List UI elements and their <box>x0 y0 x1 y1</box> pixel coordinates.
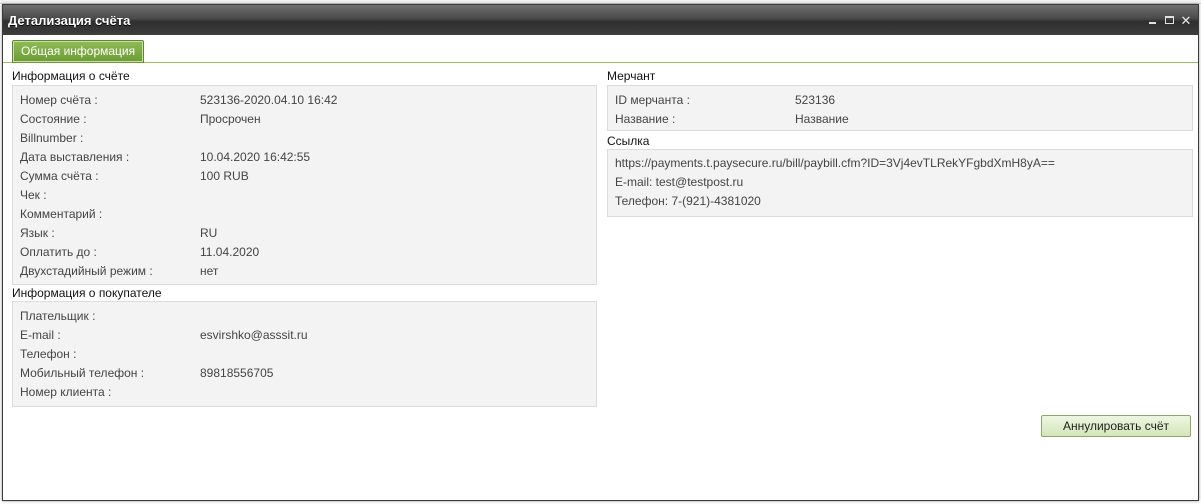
info-row: ID мерчанта : 523136 <box>608 91 1192 110</box>
window-controls: ✕ <box>1146 14 1192 27</box>
row-label: Двухстадийный режим : <box>20 264 153 278</box>
cancel-bill-button[interactable]: Аннулировать счёт <box>1041 415 1191 437</box>
payment-link[interactable]: https://payments.t.paysecure.ru/bill/pay… <box>615 154 1055 173</box>
info-row: E-mail : esvirshko@asssit.ru <box>13 326 596 345</box>
close-icon[interactable]: ✕ <box>1180 14 1192 27</box>
tab-bar: Общая информация <box>3 35 1198 63</box>
row-label: Billnumber : <box>20 131 84 145</box>
row-label: Номер клиента : <box>20 385 112 399</box>
link-panel: https://payments.t.paysecure.ru/bill/pay… <box>607 149 1193 217</box>
row-label: Язык : <box>20 226 55 240</box>
row-value: 10.04.2020 16:42:55 <box>200 150 311 164</box>
info-row: Сумма счёта : 100 RUB <box>13 167 596 186</box>
info-row: Номер клиента : <box>13 383 596 402</box>
merchant-panel: ID мерчанта : 523136 Название : Название <box>607 85 1193 131</box>
tab-general-info[interactable]: Общая информация <box>12 40 145 63</box>
row-value: esvirshko@asssit.ru <box>200 328 308 342</box>
row-label: Состояние : <box>20 112 87 126</box>
info-row: Дата выставления : 10.04.2020 16:42:55 <box>13 148 596 167</box>
buyer-info-title: Информация о покупателе <box>12 286 162 300</box>
row-label: Название : <box>615 112 676 126</box>
row-label: Комментарий : <box>20 207 103 221</box>
row-value: RU <box>200 226 218 240</box>
info-row: Плательщик : <box>13 307 596 326</box>
bill-details-window: Детализация счёта ✕ Общая информация Инф… <box>2 4 1199 501</box>
window-title: Детализация счёта <box>8 12 131 28</box>
row-label: Оплатить до : <box>20 245 97 259</box>
link-phone: Телефон: 7-(921)-4381020 <box>615 194 761 208</box>
row-label: Сумма счёта : <box>20 169 99 183</box>
info-row: Номер счёта : 523136-2020.04.10 16:42 <box>13 91 596 110</box>
row-label: Плательщик : <box>20 309 96 323</box>
info-row: Оплатить до : 11.04.2020 <box>13 243 596 262</box>
info-row: Состояние : Просрочен <box>13 110 596 129</box>
minimize-icon[interactable] <box>1146 14 1158 26</box>
row-value: 100 RUB <box>200 169 249 183</box>
row-label: E-mail : <box>20 328 61 342</box>
bill-info-title: Информация о счёте <box>12 69 130 83</box>
row-label: Мобильный телефон : <box>20 366 145 380</box>
row-label: Номер счёта : <box>20 93 98 107</box>
info-row: Мобильный телефон : 89818556705 <box>13 364 596 383</box>
row-label: ID мерчанта : <box>615 93 690 107</box>
info-row: Чек : <box>13 186 596 205</box>
row-value: нет <box>200 264 219 278</box>
row-value: 523136-2020.04.10 16:42 <box>200 93 338 107</box>
row-label: Дата выставления : <box>20 150 130 164</box>
info-row: Телефон : <box>13 345 596 364</box>
link-title: Ссылка <box>607 134 650 148</box>
row-value: 523136 <box>795 93 836 107</box>
row-label: Телефон : <box>20 347 77 361</box>
merchant-title: Мерчант <box>607 69 656 83</box>
row-value: 89818556705 <box>200 366 274 380</box>
maximize-icon[interactable] <box>1163 14 1175 26</box>
window-titlebar[interactable]: Детализация счёта ✕ <box>3 5 1198 35</box>
info-row: Название : Название <box>608 110 1192 129</box>
info-row: Язык : RU <box>13 224 596 243</box>
info-row: Двухстадийный режим : нет <box>13 262 596 281</box>
bill-info-panel: Номер счёта : 523136-2020.04.10 16:42 Сост… <box>12 85 597 285</box>
link-email: E-mail: test@testpost.ru <box>615 175 744 189</box>
row-value: 11.04.2020 <box>200 245 260 259</box>
row-label: Чек : <box>20 188 47 202</box>
row-value: Просрочен <box>200 112 261 126</box>
info-row: Комментарий : <box>13 205 596 224</box>
info-row: Billnumber : <box>13 129 596 148</box>
buyer-info-panel: Плательщик : E-mail : esvirshko@asssit.ru Т… <box>12 301 597 407</box>
row-value: Название <box>795 112 849 126</box>
